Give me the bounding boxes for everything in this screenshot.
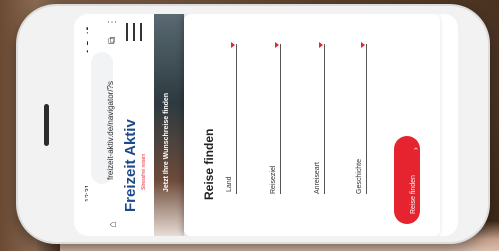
hero-text: Jetzt Ihre Wunschreise finden — [163, 92, 170, 192]
status-bar: 12:31 ◆ ▼ ◢ ▮ — [74, 14, 93, 236]
hamburger-menu-icon-line — [140, 23, 142, 41]
field-underline — [236, 44, 237, 194]
browser-toolbar: ⌂ freizeit-aktiv.de/navigator/?s ⧉ ⋮ — [88, 14, 119, 236]
search-panel: Reise finden Land Reiseziel Anreiseart G… — [184, 14, 440, 236]
chevron-right-icon: › — [411, 147, 420, 150]
phone-screen: 12:31 ◆ ▼ ◢ ▮ ⌂ freizeit-aktiv.de/naviga… — [74, 14, 458, 236]
submit-label: Reise finden — [410, 175, 417, 214]
field-underline — [280, 44, 281, 194]
site-logo[interactable]: Freizeit Aktiv — [122, 119, 139, 212]
hamburger-menu-icon[interactable] — [126, 23, 128, 41]
url-text[interactable]: freizeit-aktiv.de/navigator/?s — [106, 81, 115, 180]
field-label: Reiseziel — [270, 165, 277, 194]
dropdown-arrow-icon[interactable] — [231, 42, 235, 48]
field-label: Anreiseart — [314, 162, 321, 194]
phone-frame: 12:31 ◆ ▼ ◢ ▮ ⌂ freizeit-aktiv.de/naviga… — [18, 6, 488, 242]
hero-image: Jetzt Ihre Wunschreise finden — [154, 14, 184, 236]
field-label: Land — [226, 176, 233, 192]
field-label: Geschichte — [356, 158, 363, 194]
search-submit-button[interactable]: Reise finden › — [394, 136, 420, 224]
hamburger-menu-icon-line — [133, 23, 135, 41]
site-tagline: Stressfrei reisen — [141, 153, 147, 190]
dropdown-arrow-icon[interactable] — [275, 42, 279, 48]
url-bar[interactable]: freizeit-aktiv.de/navigator/?s — [91, 52, 115, 184]
dropdown-arrow-icon[interactable] — [361, 42, 365, 48]
panel-title: Reise finden — [202, 128, 216, 200]
field-underline — [366, 44, 367, 194]
dropdown-arrow-icon[interactable] — [319, 42, 323, 48]
phone-speaker — [44, 104, 49, 146]
site-header: Freizeit Aktiv Stressfrei reisen — [116, 14, 154, 236]
field-underline — [324, 44, 325, 194]
